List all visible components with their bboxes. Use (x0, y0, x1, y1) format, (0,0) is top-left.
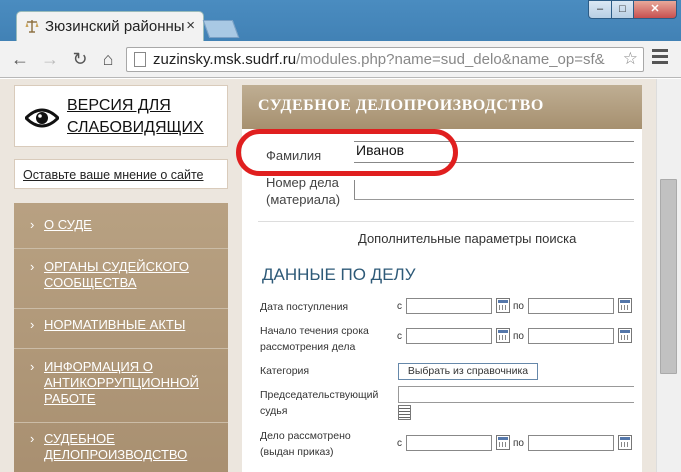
vision-version-box[interactable]: ВЕРСИЯ ДЛЯ СЛАБОВИДЯЩИХ (14, 85, 228, 147)
window-close-button[interactable]: ✕ (633, 0, 677, 19)
feedback-box: Оставьте ваше мнение о сайте (14, 159, 228, 189)
feedback-link[interactable]: Оставьте ваше мнение о сайте (23, 168, 204, 182)
to-label: по (513, 438, 524, 449)
vision-version-link[interactable]: ВЕРСИЯ ДЛЯ СЛАБОВИДЯЩИХ (67, 95, 227, 139)
url-text[interactable]: zuzinsky.msk.sudrf.ru/modules.php?name=s… (153, 51, 618, 68)
vertical-scrollbar[interactable] (656, 79, 681, 472)
chevron-right-icon: › (30, 217, 35, 232)
calendar-icon[interactable] (618, 328, 632, 343)
considered-from-input[interactable] (406, 435, 492, 451)
star-icon[interactable]: ☆ (623, 49, 638, 69)
scrollbar-thumb[interactable] (660, 179, 677, 374)
sidebar-item-judicial-bodies[interactable]: › ОРГАНЫ СУДЕЙСКОГО СООБЩЕСТВА (14, 259, 228, 309)
receipt-date-label: Дата поступления (260, 301, 349, 313)
tab-title: Зюзинский районный (45, 18, 185, 35)
calendar-icon[interactable] (618, 298, 632, 313)
sidebar-item-label[interactable]: ОРГАНЫ СУДЕЙСКОГО СООБЩЕСТВА (44, 259, 224, 291)
select-from-directory-button[interactable]: Выбрать из справочника (398, 363, 538, 380)
more-search-params-link[interactable]: Дополнительные параметры поиска (358, 231, 576, 246)
url-path: /modules.php?name=sud_delo&name_op=sf& (296, 51, 605, 68)
reload-icon[interactable]: ↻ (70, 49, 90, 69)
calendar-icon[interactable] (496, 328, 510, 343)
divider (258, 221, 634, 222)
section-title: СУДЕБНОЕ ДЕЛОПРОИЗВОДСТВО (258, 97, 544, 114)
sidebar-item-label[interactable]: НОРМАТИВНЫЕ АКТЫ (44, 317, 224, 333)
address-bar[interactable]: zuzinsky.msk.sudrf.ru/modules.php?name=s… (126, 47, 644, 72)
new-tab-button[interactable] (202, 20, 240, 38)
sidebar-item-label[interactable]: СУДЕБНОЕ ДЕЛОПРОИЗВОДСТВО (44, 431, 224, 463)
chevron-right-icon: › (30, 317, 35, 332)
judge-label-2: судья (260, 405, 288, 417)
back-icon[interactable]: ← (10, 49, 30, 69)
chevron-right-icon: › (30, 359, 35, 374)
url-host: zuzinsky.msk.sudrf.ru (153, 51, 297, 68)
sidebar-item-normative-acts[interactable]: › НОРМАТИВНЫЕ АКТЫ (14, 317, 228, 349)
considered-to-input[interactable] (528, 435, 614, 451)
eye-icon (25, 108, 59, 128)
sidebar-item-label[interactable]: О СУДЕ (44, 217, 224, 233)
chevron-right-icon: › (30, 431, 35, 446)
browser-tab[interactable]: Зюзинский районный × (16, 11, 204, 41)
browser-chrome: Зюзинский районный × – □ ✕ ← → ↻ ⌂ zuzin… (0, 0, 681, 78)
sidebar-item-court-records[interactable]: › СУДЕБНОЕ ДЕЛОПРОИЗВОДСТВО (14, 431, 228, 472)
case-data-title: ДАННЫЕ ПО ДЕЛУ (262, 265, 416, 284)
category-label: Категория (260, 365, 310, 377)
sidebar-menu: › О СУДЕ › ОРГАНЫ СУДЕЙСКОГО СООБЩЕСТВА … (14, 203, 228, 472)
chevron-right-icon: › (30, 259, 35, 274)
window-minimize-button[interactable]: – (588, 0, 612, 19)
receipt-date-from-input[interactable] (406, 298, 492, 314)
term-start-to-input[interactable] (528, 328, 614, 344)
list-icon[interactable] (398, 405, 411, 420)
from-label: с (397, 331, 402, 342)
browser-toolbar: ← → ↻ ⌂ zuzinsky.msk.sudrf.ru/modules.ph… (0, 41, 681, 78)
forward-icon[interactable]: → (40, 49, 60, 69)
to-label: по (513, 301, 524, 312)
menu-icon[interactable] (652, 49, 668, 67)
red-highlight-ellipse (236, 129, 458, 176)
case-number-label-2: (материала) (266, 192, 341, 207)
calendar-icon[interactable] (496, 435, 510, 450)
sidebar-item-anticorruption[interactable]: › ИНФОРМАЦИЯ О АНТИКОРРУПЦИОННОЙ РАБОТЕ (14, 359, 228, 423)
considered-label-1: Дело рассмотрено (260, 430, 351, 442)
case-number-input[interactable] (354, 180, 634, 200)
sidebar-item-about[interactable]: › О СУДЕ (14, 217, 228, 249)
favicon-scales-icon (25, 20, 39, 33)
considered-label-2: (выдан приказ) (260, 446, 334, 458)
to-label: по (513, 331, 524, 342)
from-label: с (397, 301, 402, 312)
receipt-date-to-input[interactable] (528, 298, 614, 314)
judge-label-1: Председательствующий (260, 389, 379, 401)
calendar-icon[interactable] (618, 435, 632, 450)
window-maximize-button[interactable]: □ (611, 0, 634, 19)
from-label: с (397, 438, 402, 449)
sidebar-item-label[interactable]: ИНФОРМАЦИЯ О АНТИКОРРУПЦИОННОЙ РАБОТЕ (44, 359, 224, 407)
tab-close-icon[interactable]: × (186, 17, 195, 34)
home-icon[interactable]: ⌂ (98, 49, 118, 69)
term-start-from-input[interactable] (406, 328, 492, 344)
term-start-label-1: Начало течения срока (260, 325, 369, 337)
term-start-label-2: рассмотрения дела (260, 341, 356, 353)
page-icon (134, 52, 146, 67)
section-header: СУДЕБНОЕ ДЕЛОПРОИЗВОДСТВО (242, 85, 642, 129)
case-number-label-1: Номер дела (266, 175, 339, 190)
judge-input[interactable] (398, 386, 634, 403)
calendar-icon[interactable] (496, 298, 510, 313)
